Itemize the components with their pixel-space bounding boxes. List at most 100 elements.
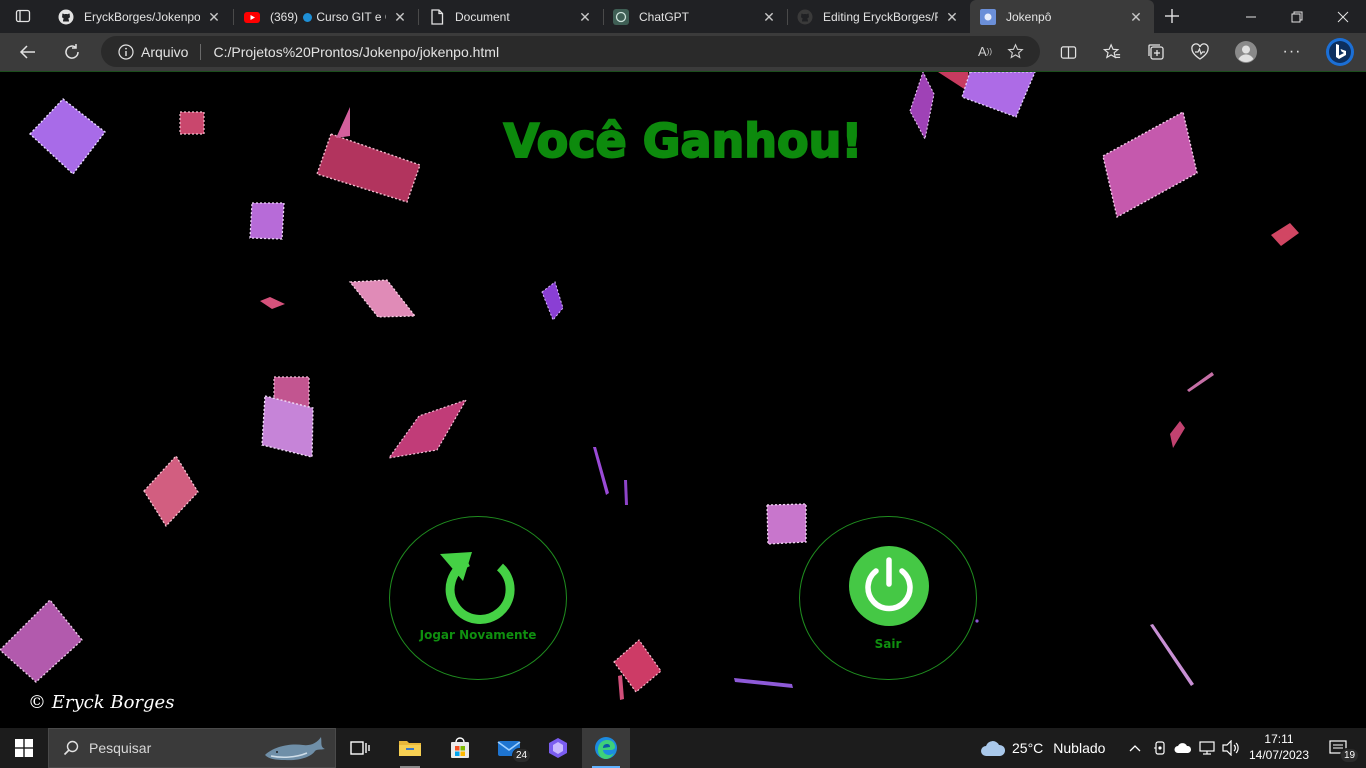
new-tab-icon[interactable] <box>1157 1 1187 31</box>
tab-title: (369) Curso GIT e GitHub <box>270 10 386 24</box>
windows-logo-icon <box>15 739 33 757</box>
back-icon[interactable] <box>13 37 43 67</box>
tab-title: ChatGPT <box>639 9 690 24</box>
task-view-button[interactable] <box>336 728 384 768</box>
confetti-piece <box>260 297 285 309</box>
url-text[interactable]: C:/Projetos%20Prontos/Jokenpo/jokenpo.ht… <box>213 44 970 60</box>
close-icon[interactable]: ✕ <box>206 9 222 25</box>
favorite-star-icon[interactable] <box>1000 37 1030 67</box>
onedrive-button[interactable] <box>1172 728 1194 768</box>
store-icon <box>451 737 469 758</box>
tab-jokenpo[interactable]: Jokenpô ✕ <box>970 0 1154 33</box>
onedrive-cloud-icon <box>1174 743 1192 753</box>
tab-title: Editing EryckBorges/README <box>823 9 938 24</box>
folder-icon <box>399 741 421 756</box>
mail-badge: 24 <box>512 748 532 763</box>
close-window-icon[interactable] <box>1320 0 1366 33</box>
browser-essentials-icon[interactable] <box>1185 37 1215 67</box>
clock-time: 17:11 <box>1264 732 1294 746</box>
tab-youtube-curso-git[interactable]: (369) Curso GIT e GitHub ✕ <box>234 0 418 33</box>
confetti-piece <box>618 675 624 700</box>
restore-icon[interactable] <box>1274 0 1320 33</box>
tab-document[interactable]: Document ✕ <box>419 0 603 33</box>
address-divider <box>200 43 202 60</box>
play-again-button[interactable]: Jogar Novamente <box>389 516 567 680</box>
confetti-piece <box>734 678 793 688</box>
page-title: Você Ganhou! <box>503 113 864 169</box>
confetti-piece <box>541 281 564 321</box>
play-again-label: Jogar Novamente <box>419 628 537 642</box>
taskbar-clock[interactable]: 17:11 14/07/2023 <box>1248 731 1310 763</box>
hexagon-app-icon <box>549 738 567 758</box>
edge-icon <box>595 737 617 759</box>
tray-app-icon <box>1154 741 1165 755</box>
browser-toolbar: Arquivo C:/Projetos%20Prontos/Jokenpo/jo… <box>0 33 1366 71</box>
tab-title: Jokenpô <box>1006 9 1052 24</box>
split-screen-icon[interactable] <box>1053 37 1083 67</box>
exit-label: Sair <box>874 637 902 651</box>
tab-title: Document <box>455 9 510 24</box>
edge-browser-button[interactable] <box>582 728 630 768</box>
weather-condition: Nublado <box>1053 740 1106 756</box>
confetti-piece <box>348 279 417 318</box>
tab-github-jokenpo[interactable]: EryckBorges/Jokenpo: ✕ <box>48 0 232 33</box>
copilot-app-button[interactable] <box>534 728 582 768</box>
more-options-icon[interactable]: ··· <box>1277 37 1307 67</box>
close-icon[interactable]: ✕ <box>944 9 960 25</box>
refresh-icon[interactable] <box>57 37 87 67</box>
tray-app-icon-button[interactable] <box>1149 728 1171 768</box>
close-icon[interactable]: ✕ <box>577 9 593 25</box>
confetti-piece <box>1187 372 1214 392</box>
jokenpo-favicon-icon <box>980 8 996 25</box>
close-icon[interactable]: ✕ <box>1128 9 1144 25</box>
profile-avatar[interactable] <box>1231 37 1261 67</box>
confetti-piece <box>766 503 807 545</box>
microsoft-store-button[interactable] <box>436 728 484 768</box>
tab-title-rest: Curso GIT e GitHub <box>316 9 386 24</box>
clock-date: 14/07/2023 <box>1248 748 1310 762</box>
file-explorer-button[interactable] <box>386 728 434 768</box>
favorites-icon[interactable] <box>1097 37 1127 67</box>
confetti-piece <box>961 72 1036 118</box>
game-page: Você Ganhou! Jogar Novamente Sair © Eryc… <box>0 71 1366 728</box>
restart-icon <box>440 552 515 624</box>
copyright-footer: © Eryck Borges <box>28 692 175 713</box>
bing-copilot-icon[interactable] <box>1323 35 1357 69</box>
start-button[interactable] <box>0 728 48 768</box>
tab-audio-icon <box>303 12 313 22</box>
tab-bar: EryckBorges/Jokenpo: ✕ (369) Curso GIT e… <box>0 0 1366 33</box>
confetti-piece <box>249 202 285 240</box>
weather-widget[interactable]: 25°C Nublado <box>972 728 1117 768</box>
chevron-up-icon <box>1129 745 1141 752</box>
notifications-button[interactable]: 19 <box>1316 728 1360 768</box>
close-icon[interactable]: ✕ <box>761 9 777 25</box>
tab-editing-readme[interactable]: Editing EryckBorges/README ✕ <box>787 0 970 33</box>
github-icon <box>58 9 74 25</box>
search-placeholder: Pesquisar <box>89 740 152 756</box>
confetti-piece <box>143 454 199 528</box>
cloud-icon <box>981 741 1006 756</box>
mail-button[interactable]: 24 <box>486 728 534 768</box>
minimize-icon[interactable] <box>1228 0 1274 33</box>
close-icon[interactable]: ✕ <box>392 9 408 25</box>
task-view-icon <box>350 741 370 755</box>
confetti-piece <box>0 598 83 683</box>
search-icon <box>63 740 79 756</box>
confetti-piece <box>1150 624 1194 686</box>
confetti-layer <box>0 72 1299 700</box>
exit-button[interactable]: Sair <box>799 516 977 680</box>
network-icon <box>1199 741 1215 755</box>
tab-chatgpt[interactable]: ChatGPT ✕ <box>603 0 787 33</box>
tab-title: EryckBorges/Jokenpo: <box>84 9 200 24</box>
taskbar-search[interactable]: Pesquisar <box>48 728 336 768</box>
collections-icon[interactable] <box>1141 37 1171 67</box>
info-icon[interactable] <box>117 43 135 61</box>
read-aloud-icon[interactable]: A)) <box>970 37 1000 67</box>
address-bar[interactable]: Arquivo C:/Projetos%20Prontos/Jokenpo/jo… <box>101 36 1040 67</box>
confetti-piece <box>387 398 468 459</box>
tab-actions-icon[interactable] <box>8 1 38 31</box>
confetti-piece <box>1271 223 1299 246</box>
volume-button[interactable] <box>1220 728 1242 768</box>
network-button[interactable] <box>1196 728 1218 768</box>
show-hidden-icons-button[interactable] <box>1124 728 1146 768</box>
